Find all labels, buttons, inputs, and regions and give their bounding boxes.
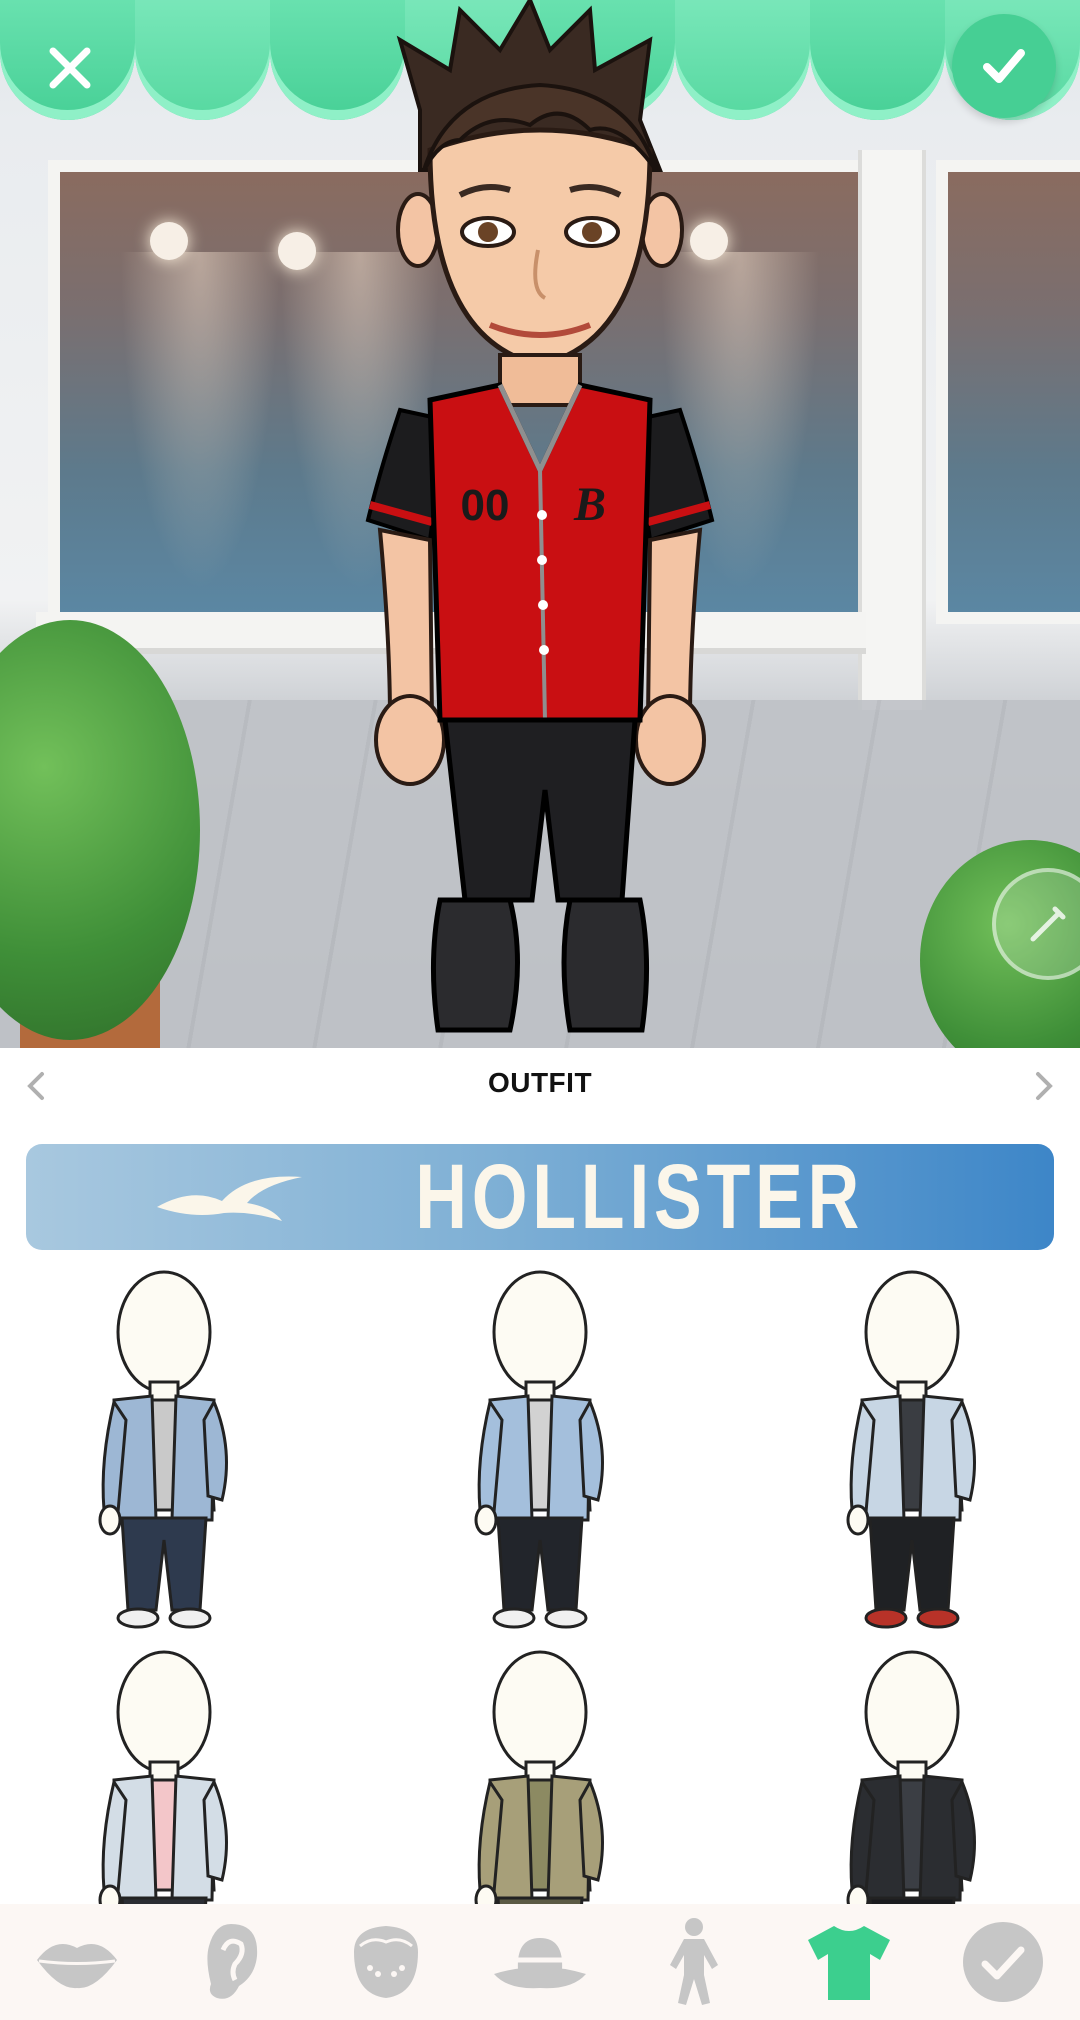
- category-tab-bar: [0, 1904, 1080, 2020]
- body-icon: [670, 1918, 719, 2005]
- chevron-left-icon[interactable]: [16, 1066, 56, 1106]
- lips-icon: [37, 1944, 118, 1989]
- outfit-figure: [474, 1270, 604, 1629]
- confirm-button[interactable]: [952, 14, 1056, 118]
- tab-face-details[interactable]: [336, 1912, 436, 2012]
- outfit-figure: [846, 1270, 976, 1629]
- face-icon: [353, 1926, 418, 1998]
- outfit-item-1[interactable]: [64, 1270, 264, 1640]
- ear-icon: [207, 1924, 258, 1999]
- panel-header: OUTFIT: [0, 1048, 1080, 1118]
- brand-banner[interactable]: HOLLISTER: [26, 1144, 1054, 1250]
- jersey-number: 00: [461, 481, 510, 530]
- jersey-letter: B: [573, 478, 606, 531]
- outfit-figure: [98, 1270, 228, 1629]
- brand-name: HOLLISTER: [415, 1145, 865, 1248]
- bitmoji-avatar: 00 B: [365, 0, 715, 1033]
- close-button[interactable]: [30, 28, 110, 108]
- outfit-panel: OUTFIT HOLLISTER: [0, 1048, 1080, 2020]
- avatar-preview-scene: 00 B: [0, 0, 1080, 1048]
- outfit-item-2[interactable]: [440, 1270, 640, 1640]
- check-icon: [983, 49, 1025, 83]
- seagull-icon: [157, 1176, 303, 1221]
- outfit-item-3[interactable]: [812, 1270, 1012, 1640]
- shirt-icon: [807, 1926, 890, 2000]
- pencil-icon: [1030, 906, 1066, 942]
- shop-pillar: [858, 150, 926, 710]
- check-circle-icon: [962, 1922, 1043, 2002]
- tab-body[interactable]: [644, 1912, 744, 2012]
- tab-outfit[interactable]: [799, 1912, 899, 2012]
- chevron-right-icon[interactable]: [1024, 1066, 1064, 1106]
- tab-hats[interactable]: [490, 1912, 590, 2012]
- tab-lips[interactable]: [27, 1912, 127, 2012]
- panel-title: OUTFIT: [487, 1067, 593, 1098]
- outfit-grid: [0, 1270, 1080, 1950]
- tab-ears[interactable]: [181, 1912, 281, 2012]
- shop-window-right: [936, 160, 1080, 624]
- close-icon: [49, 47, 91, 89]
- hat-icon: [493, 1938, 586, 1989]
- tab-done[interactable]: [953, 1912, 1053, 2012]
